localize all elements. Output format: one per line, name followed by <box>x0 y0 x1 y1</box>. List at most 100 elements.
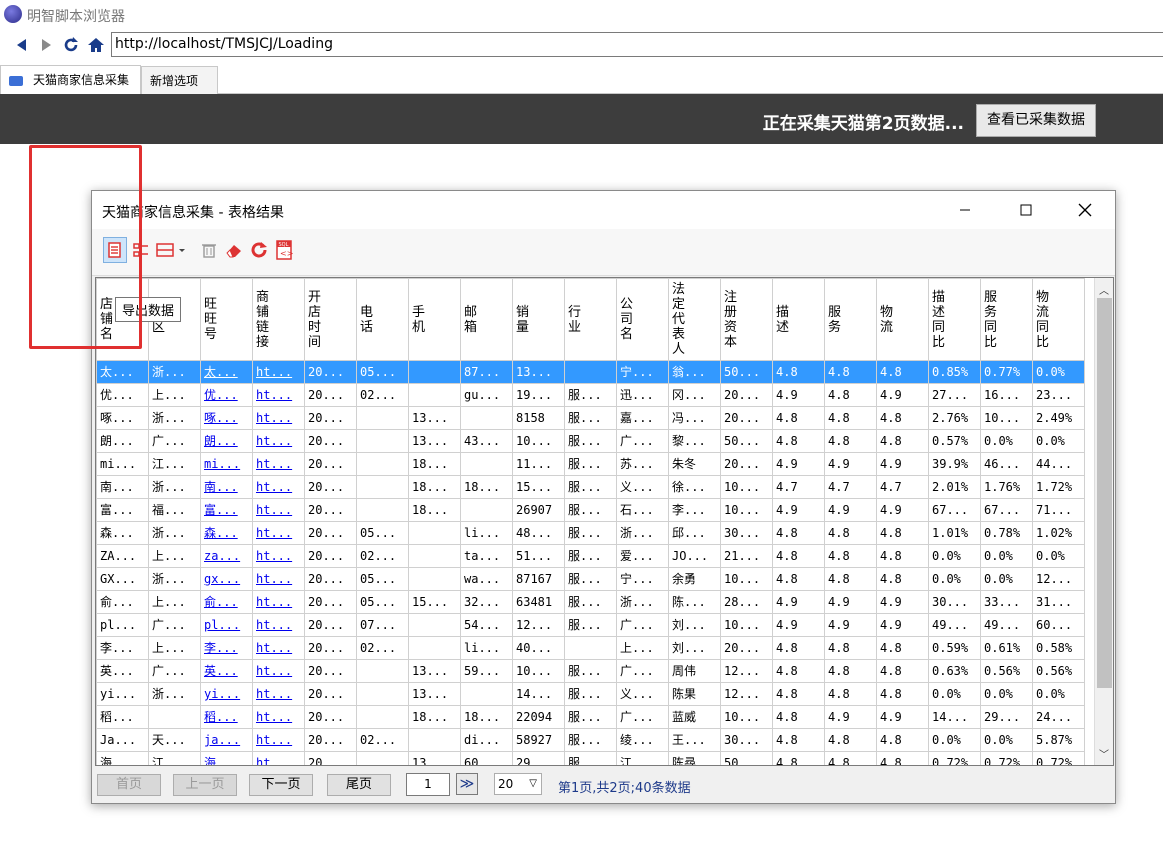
column-header[interactable]: 物流 <box>876 278 929 361</box>
next-page-button[interactable]: 下一页 <box>249 774 313 796</box>
cell-link[interactable]: ht... <box>256 756 292 765</box>
vertical-scrollbar[interactable]: ︿ ﹀ <box>1094 278 1113 765</box>
table-row[interactable]: 稻... 稻... ht... 20... 18... 18... 22094 服... 广..… <box>96 705 1085 729</box>
column-header[interactable]: 行业 <box>564 278 617 361</box>
table-row[interactable]: yi... 浙... yi... ht... 20... 13... 14... 服... 义.… <box>96 682 1085 706</box>
cell-link[interactable]: 太... <box>204 365 238 379</box>
back-arrow-icon[interactable] <box>11 34 33 56</box>
column-header[interactable]: 服务 <box>824 278 877 361</box>
cell-link[interactable]: ht... <box>256 434 292 448</box>
cell-link[interactable]: 森... <box>204 526 238 540</box>
table-row[interactable]: 朗... 广... 朗... ht... 20... 13... 43... 10... 服..… <box>96 429 1085 453</box>
eraser-icon[interactable] <box>222 237 246 263</box>
delete-icon[interactable] <box>197 237 221 263</box>
column-header[interactable]: 注册资本 <box>720 278 773 361</box>
column-header[interactable]: 邮箱 <box>460 278 513 361</box>
column-header[interactable]: 开店时间 <box>304 278 357 361</box>
column-header[interactable]: 物流同比 <box>1032 278 1085 361</box>
last-page-button[interactable]: 尾页 <box>327 774 391 796</box>
cell-link[interactable]: ht... <box>256 664 292 678</box>
column-header[interactable]: 旺旺号 <box>200 278 253 361</box>
cell-link[interactable]: 富... <box>204 503 238 517</box>
cell-link[interactable]: ja... <box>204 733 240 747</box>
table-row[interactable]: 森... 浙... 森... ht... 20... 05... li... 48... 服..… <box>96 521 1085 545</box>
cell-link[interactable]: 李... <box>204 641 238 655</box>
cell-link[interactable]: 英... <box>204 664 238 678</box>
column-header[interactable]: 描述同比 <box>928 278 981 361</box>
cell-link[interactable]: yi... <box>204 687 240 701</box>
maximize-icon[interactable] <box>1006 197 1046 223</box>
prev-page-button[interactable]: 上一页 <box>173 774 237 796</box>
scroll-down-icon[interactable]: ﹀ <box>1099 746 1109 761</box>
first-page-button[interactable]: 首页 <box>97 774 161 796</box>
cell-link[interactable]: ht... <box>256 457 292 471</box>
cell-link[interactable]: 海... <box>204 756 238 765</box>
column-header[interactable]: 服务同比 <box>980 278 1033 361</box>
cell-link[interactable]: ht... <box>256 526 292 540</box>
column-header[interactable]: 描述 <box>772 278 825 361</box>
column-header[interactable]: 法定代表人 <box>668 278 721 361</box>
home-icon[interactable] <box>85 34 107 56</box>
cell-link[interactable]: gx... <box>204 572 240 586</box>
cell-link[interactable]: 俞... <box>204 595 238 609</box>
table-row[interactable]: 太... 浙... 太... ht... 20... 05... 87... 13... 宁..… <box>96 360 1085 384</box>
go-page-button[interactable]: ≫ <box>456 773 478 795</box>
cell-link[interactable]: 优... <box>204 388 238 402</box>
cell-link[interactable]: ht... <box>256 618 292 632</box>
table-row[interactable]: 俞... 上... 俞... ht... 20... 05... 15... 32... 634… <box>96 590 1085 614</box>
tab-new[interactable]: 新增选项卡 <box>141 66 218 116</box>
column-header[interactable]: 手机 <box>408 278 461 361</box>
table-row[interactable]: 海... 江... 海... ht... 20... 13... 60... 29... 服..… <box>96 751 1085 765</box>
column-header[interactable]: 商铺链接 <box>252 278 305 361</box>
cell-link[interactable]: ht... <box>256 503 292 517</box>
tab-tmall-collect[interactable]: 天猫商家信息采集 <box>0 65 141 95</box>
cell-link[interactable]: ht... <box>256 549 292 563</box>
table-row[interactable]: 南... 浙... 南... ht... 20... 18... 18... 15... 服..… <box>96 475 1085 499</box>
table-row[interactable]: 啄... 浙... 啄... ht... 20... 13... 8158 服... 嘉... 冯… <box>96 406 1085 430</box>
sql-icon[interactable]: SQL <> <box>272 237 296 263</box>
page-size-select[interactable]: 20 ▽ <box>494 773 542 795</box>
cell-link[interactable]: ht... <box>256 733 292 747</box>
table-row[interactable]: Ja... 天... ja... ht... 20... 02... di... 58927 服… <box>96 728 1085 752</box>
forward-arrow-icon[interactable] <box>35 34 57 56</box>
page-number-input[interactable]: 1 <box>406 773 450 796</box>
cell-link[interactable]: 朗... <box>204 434 238 448</box>
scroll-up-icon[interactable]: ︿ <box>1099 282 1109 297</box>
column-header[interactable]: 电话 <box>356 278 409 361</box>
cell-link[interactable]: ht... <box>256 572 292 586</box>
cell-link[interactable]: ht... <box>256 595 292 609</box>
table-row[interactable]: 优... 上... 优... ht... 20... 02... gu... 19... 服..… <box>96 383 1085 407</box>
table-row[interactable]: 英... 广... 英... ht... 20... 13... 59... 10... 服..… <box>96 659 1085 683</box>
table-row[interactable]: mi... 江... mi... ht... 20... 18... 11... 服... 苏.… <box>96 452 1085 476</box>
cell-link[interactable]: ht... <box>256 480 292 494</box>
table-row[interactable]: pl... 广... pl... ht... 20... 07... 54... 12... 服… <box>96 613 1085 637</box>
cell-link[interactable]: ht... <box>256 641 292 655</box>
minimize-icon[interactable] <box>945 197 985 223</box>
table-row[interactable]: ZA... 上... za... ht... 20... 02... ta... 51... 服… <box>96 544 1085 568</box>
cell-link[interactable]: mi... <box>204 457 240 471</box>
address-bar[interactable]: http://localhost/TMSJCJ/Loading <box>111 32 1163 57</box>
cell-link[interactable]: ht... <box>256 365 292 379</box>
column-header[interactable]: 公司名 <box>616 278 669 361</box>
table-cell: 服... <box>564 728 617 752</box>
cell-link[interactable]: ht... <box>256 710 292 724</box>
table-cell: 英... <box>96 659 149 683</box>
table-row[interactable]: 李... 上... 李... ht... 20... 02... li... 40... 上..… <box>96 636 1085 660</box>
cell-link[interactable]: za... <box>204 549 240 563</box>
column-header[interactable]: 销量 <box>512 278 565 361</box>
refresh-data-icon[interactable] <box>247 237 271 263</box>
cell-link[interactable]: pl... <box>204 618 240 632</box>
cell-link[interactable]: ht... <box>256 411 292 425</box>
cell-link[interactable]: ht... <box>256 388 292 402</box>
close-icon[interactable] <box>1065 197 1105 223</box>
cell-link[interactable]: ht... <box>256 687 292 701</box>
cell-link[interactable]: 啄... <box>204 411 238 425</box>
table-row[interactable]: GX... 浙... gx... ht... 20... 05... wa... 87167 服… <box>96 567 1085 591</box>
refresh-icon[interactable] <box>60 34 82 56</box>
cell-link[interactable]: 南... <box>204 480 238 494</box>
cell-link[interactable]: 稻... <box>204 710 238 724</box>
scroll-thumb[interactable] <box>1097 298 1112 688</box>
table-row[interactable]: 富... 福... 富... ht... 20... 18... 26907 服... 石...… <box>96 498 1085 522</box>
columns-icon[interactable] <box>154 237 186 263</box>
view-collected-button[interactable]: 查看已采集数据 <box>976 104 1096 137</box>
